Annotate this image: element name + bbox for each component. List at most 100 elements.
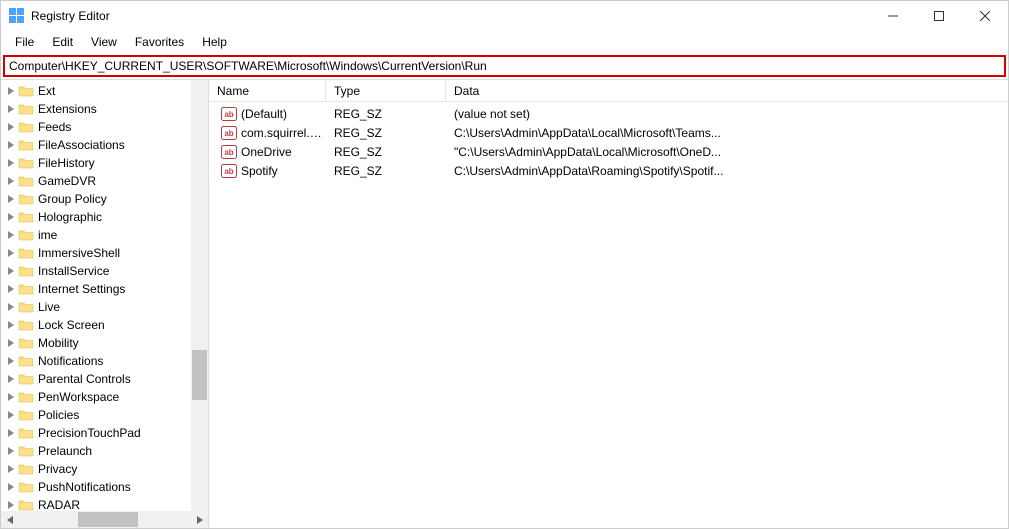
tree-item[interactable]: Live (1, 298, 191, 316)
tree-item[interactable]: InstallService (1, 262, 191, 280)
chevron-right-icon[interactable] (5, 159, 17, 167)
chevron-right-icon[interactable] (5, 375, 17, 383)
tree-item[interactable]: Privacy (1, 460, 191, 478)
chevron-right-icon[interactable] (5, 285, 17, 293)
chevron-right-icon[interactable] (5, 87, 17, 95)
chevron-right-icon[interactable] (5, 105, 17, 113)
chevron-right-icon[interactable] (5, 411, 17, 419)
tree-scroll[interactable]: Ext Extensions FeedsFileAssociationsFileHi… (1, 80, 191, 511)
folder-icon (18, 282, 34, 296)
tree-horizontal-scrollbar-track[interactable] (18, 512, 191, 527)
tree-item[interactable]: FileAssociations (1, 136, 191, 154)
chevron-right-icon[interactable] (5, 267, 17, 275)
main-area: Ext Extensions FeedsFileAssociationsFileHi… (1, 79, 1008, 528)
tree-item[interactable]: Lock Screen (1, 316, 191, 334)
value-name: (Default) (241, 107, 287, 121)
tree-item[interactable]: GameDVR (1, 172, 191, 190)
folder-icon (18, 408, 34, 422)
window-title: Registry Editor (31, 9, 110, 23)
menu-help[interactable]: Help (194, 33, 235, 51)
tree-item-label: Extensions (38, 102, 97, 116)
chevron-right-icon[interactable] (5, 177, 17, 185)
chevron-right-icon[interactable] (5, 465, 17, 473)
chevron-right-icon[interactable] (5, 357, 17, 365)
tree-item[interactable]: Group Policy (1, 190, 191, 208)
tree-item-label: GameDVR (38, 174, 96, 188)
tree-item[interactable]: PushNotifications (1, 478, 191, 496)
chevron-right-icon[interactable] (5, 447, 17, 455)
regedit-icon (9, 8, 25, 24)
chevron-right-icon[interactable] (5, 249, 17, 257)
column-data[interactable]: Data (446, 80, 1008, 101)
folder-icon (18, 426, 34, 440)
chevron-right-icon[interactable] (5, 339, 17, 347)
menu-favorites[interactable]: Favorites (127, 33, 192, 51)
maximize-button[interactable] (916, 1, 962, 31)
tree-item-label: Policies (38, 408, 79, 422)
tree-item[interactable]: ImmersiveShell (1, 244, 191, 262)
folder-icon (18, 444, 34, 458)
tree-item[interactable]: PenWorkspace (1, 388, 191, 406)
address-bar[interactable]: Computer\HKEY_CURRENT_USER\SOFTWARE\Micr… (3, 55, 1006, 77)
tree-item[interactable]: Ext (1, 82, 191, 100)
value-name: OneDrive (241, 145, 292, 159)
svg-text:ab: ab (224, 167, 233, 176)
tree-item[interactable]: RADAR (1, 496, 191, 511)
folder-icon (18, 372, 34, 386)
chevron-right-icon[interactable] (5, 123, 17, 131)
column-name[interactable]: Name (209, 80, 326, 101)
tree-item-label: Notifications (38, 354, 103, 368)
value-data: "C:\Users\Admin\AppData\Local\Microsoft\… (446, 145, 1008, 159)
minimize-button[interactable] (870, 1, 916, 31)
scroll-left-button[interactable] (1, 511, 18, 528)
tree-item[interactable]: Prelaunch (1, 442, 191, 460)
tree-item[interactable]: Internet Settings (1, 280, 191, 298)
value-row[interactable]: ab(Default)REG_SZ(value not set) (209, 104, 1008, 123)
chevron-right-icon[interactable] (5, 231, 17, 239)
close-button[interactable] (962, 1, 1008, 31)
chevron-right-icon[interactable] (5, 321, 17, 329)
chevron-right-icon[interactable] (5, 303, 17, 311)
folder-icon (18, 120, 34, 134)
menu-edit[interactable]: Edit (44, 33, 81, 51)
chevron-right-icon[interactable] (5, 195, 17, 203)
tree-item[interactable]: Holographic (1, 208, 191, 226)
tree-item[interactable]: Feeds (1, 118, 191, 136)
chevron-right-icon[interactable] (5, 393, 17, 401)
tree-item-label: RADAR (38, 498, 80, 511)
value-row[interactable]: abcom.squirrel.Tea...REG_SZC:\Users\Admi… (209, 123, 1008, 142)
chevron-right-icon[interactable] (5, 483, 17, 491)
column-type[interactable]: Type (326, 80, 446, 101)
tree-horizontal-scrollbar-thumb[interactable] (78, 512, 138, 527)
tree-item[interactable]: FileHistory (1, 154, 191, 172)
tree-item[interactable]: PrecisionTouchPad (1, 424, 191, 442)
folder-icon (18, 264, 34, 278)
tree-item[interactable]: Mobility (1, 334, 191, 352)
chevron-right-icon[interactable] (5, 501, 17, 509)
tree-vertical-scrollbar-thumb[interactable] (192, 350, 207, 400)
value-row[interactable]: abSpotifyREG_SZC:\Users\Admin\AppData\Ro… (209, 161, 1008, 180)
folder-icon (18, 228, 34, 242)
tree-horizontal-scrollbar[interactable] (1, 511, 208, 528)
folder-icon (18, 498, 34, 511)
tree-item-label: Live (38, 300, 60, 314)
tree-item[interactable]: Parental Controls (1, 370, 191, 388)
menu-file[interactable]: File (7, 33, 42, 51)
tree-item[interactable]: Notifications (1, 352, 191, 370)
chevron-right-icon[interactable] (5, 141, 17, 149)
tree-item-label: Lock Screen (38, 318, 105, 332)
tree-item-label: Parental Controls (38, 372, 131, 386)
tree-vertical-scrollbar[interactable] (191, 80, 208, 511)
scroll-right-button[interactable] (191, 511, 208, 528)
value-row[interactable]: abOneDriveREG_SZ"C:\Users\Admin\AppData\… (209, 142, 1008, 161)
menu-view[interactable]: View (83, 33, 125, 51)
chevron-right-icon[interactable] (5, 213, 17, 221)
chevron-right-icon[interactable] (5, 429, 17, 437)
tree-item-label: Privacy (38, 462, 77, 476)
tree-item-label: PushNotifications (38, 480, 131, 494)
tree-item[interactable]: Extensions (1, 100, 191, 118)
titlebar[interactable]: Registry Editor (1, 1, 1008, 31)
tree-item[interactable]: ime (1, 226, 191, 244)
tree-item[interactable]: Policies (1, 406, 191, 424)
folder-icon (18, 300, 34, 314)
